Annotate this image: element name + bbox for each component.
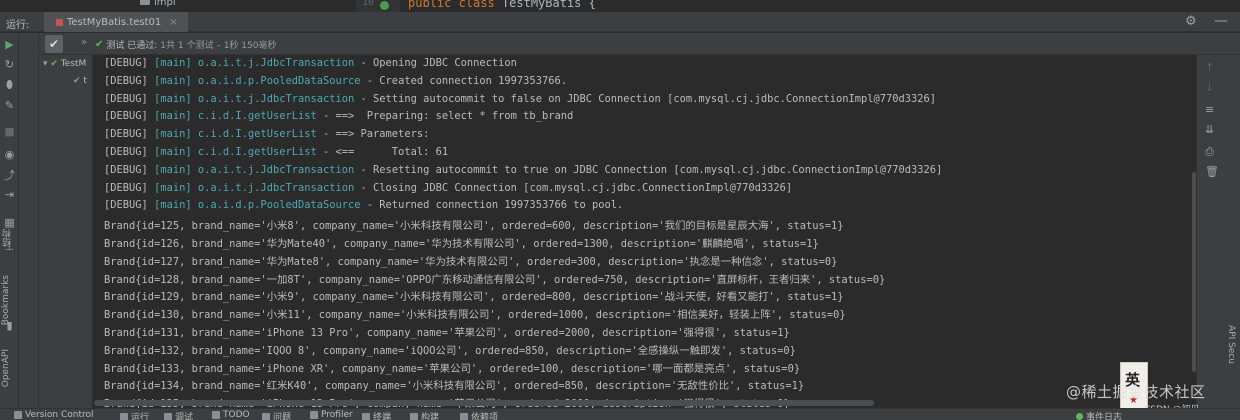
console-result-row: Brand{id=126, brand_name='华为Mate40', com… bbox=[104, 238, 819, 250]
console-result-row: Brand{id=131, brand_name='iPhone 13 Pro'… bbox=[104, 327, 790, 339]
todo-icon bbox=[212, 411, 220, 419]
openapi-tool-tab[interactable]: OpenAPI bbox=[1, 349, 11, 387]
profiler-icon bbox=[310, 411, 318, 419]
run-toolbar: ▶ ↻ ⬮ ✎ ■ ◉ ⤴ ⇥ ▦ 结构 ⊥ Bookmarks ▮ OpenA… bbox=[0, 33, 19, 408]
secondary-toolbar bbox=[19, 33, 39, 408]
run-label: 运行: bbox=[6, 20, 30, 31]
passed-icon: ✔ bbox=[95, 39, 104, 50]
bookmarks-tool-tab[interactable]: Bookmarks bbox=[1, 275, 11, 325]
tool-tab-run[interactable]: 运行 bbox=[120, 410, 149, 420]
console-output[interactable]: [DEBUG] [main] o.a.i.t.j.JdbcTransaction… bbox=[94, 55, 1196, 408]
tree-node-root[interactable]: ▾ ✔ TestM bbox=[43, 59, 86, 69]
event-log[interactable]: 事件日志 bbox=[1076, 410, 1122, 420]
console-line: [DEBUG] [main] c.i.d.I.getUserList - <==… bbox=[104, 146, 449, 158]
console-line: [DEBUG] [main] o.a.i.t.j.JdbcTransaction… bbox=[104, 181, 793, 194]
close-icon[interactable]: × bbox=[169, 17, 177, 28]
print-icon[interactable]: ⎙ bbox=[1205, 145, 1214, 159]
run-icon bbox=[120, 412, 128, 420]
bookmark-icon: ▮ bbox=[6, 319, 13, 332]
dependencies-icon bbox=[460, 412, 468, 420]
wrench-icon[interactable]: ✎ bbox=[3, 99, 16, 112]
console-result-row: Brand{id=129, brand_name='小米9', company_… bbox=[104, 291, 844, 304]
console-line: [DEBUG] [main] o.a.i.d.p.PooledDataSourc… bbox=[104, 74, 567, 87]
up-arrow-icon[interactable]: ↑ bbox=[1205, 61, 1214, 74]
run-gutter-icon[interactable] bbox=[380, 1, 389, 10]
test-results-toolbar: ✔ » ✔ 测试 已通过: 1共 1 个测试 – 1秒 150毫秒 bbox=[39, 33, 1240, 55]
console-line: [DEBUG] [main] c.i.d.I.getUserList - ==>… bbox=[104, 128, 436, 141]
folder-icon bbox=[140, 0, 150, 5]
tool-tab-build[interactable]: 构建 bbox=[410, 410, 439, 420]
console-result-row: Brand{id=134, brand_name='红米K40', compan… bbox=[104, 380, 805, 393]
console-line: [DEBUG] [main] o.a.i.t.j.JdbcTransaction… bbox=[104, 92, 937, 105]
console-line: [DEBUG] [main] o.a.i.t.j.JdbcTransaction… bbox=[104, 57, 517, 69]
console-result-row: Brand{id=132, brand_name='IQOO 8', compa… bbox=[104, 344, 796, 357]
console-result-row: Brand{id=125, brand_name='小米8', company_… bbox=[104, 220, 844, 233]
problems-icon bbox=[262, 412, 270, 420]
debug-icon bbox=[164, 412, 172, 420]
event-log-icon bbox=[1076, 413, 1083, 420]
rerun-icon[interactable]: ▶ bbox=[3, 38, 16, 51]
code-line: public class TestMyBatis { bbox=[408, 0, 596, 10]
export-icon[interactable]: ⤴ bbox=[3, 168, 16, 182]
debug-icon[interactable]: ⬮ bbox=[3, 78, 16, 91]
down-arrow-icon[interactable]: ↓ bbox=[1205, 81, 1214, 94]
api-tool-tab[interactable]: API Secu bbox=[1226, 325, 1236, 364]
editor-strip: impl 10 public class TestMyBatis { bbox=[0, 0, 1240, 12]
project-tree-item[interactable]: impl bbox=[140, 0, 176, 8]
tool-window-bar: Version Control 运行 调试 TODO 问题 Profiler 终端 构建 依赖项… bbox=[0, 408, 1240, 420]
soft-wrap-icon[interactable]: ≡ bbox=[1205, 103, 1214, 116]
console-line: [DEBUG] [main] o.a.i.d.p.PooledDataSourc… bbox=[104, 199, 624, 212]
rerun-failed-icon[interactable]: ↻ bbox=[3, 58, 16, 71]
console-line: [DEBUG] [main] o.a.i.t.j.JdbcTransaction… bbox=[104, 163, 943, 176]
test-config-icon bbox=[56, 18, 63, 26]
console-line: [DEBUG] [main] c.i.d.I.getUserList - ==>… bbox=[104, 110, 574, 123]
tool-tab-version-control[interactable]: Version Control bbox=[14, 410, 94, 420]
console-result-row: Brand{id=127, brand_name='华为Mate8', comp… bbox=[104, 255, 838, 268]
tool-tab-profiler[interactable]: Profiler bbox=[310, 410, 353, 420]
tool-tab-terminal[interactable]: 终端 bbox=[362, 410, 391, 420]
tool-tab-problems[interactable]: 问题 bbox=[262, 410, 291, 420]
camera-icon[interactable]: ◉ bbox=[3, 148, 16, 161]
minimize-icon[interactable]: — bbox=[1214, 13, 1228, 29]
show-passed-button[interactable]: ✔ bbox=[45, 35, 63, 53]
exit-icon[interactable]: ⇥ bbox=[3, 188, 16, 201]
expand-icon[interactable]: » bbox=[81, 37, 87, 48]
tool-tab-todo[interactable]: TODO bbox=[212, 410, 250, 420]
test-tree: ▾ ✔ TestM ✔ t bbox=[39, 55, 93, 408]
tree-node-test[interactable]: ✔ t bbox=[73, 76, 87, 86]
horizontal-scrollbar[interactable] bbox=[94, 400, 874, 406]
tool-tab-dependencies[interactable]: 依赖项 bbox=[460, 410, 498, 420]
line-number: 10 bbox=[362, 0, 375, 8]
pin-icon[interactable]: ⊥ bbox=[3, 240, 16, 253]
tab-run-config[interactable]: TestMyBatis.test01 × bbox=[44, 12, 188, 32]
scroll-to-end-icon[interactable]: ⇊ bbox=[1205, 123, 1214, 136]
settings-icon[interactable]: ⚙ bbox=[1185, 14, 1197, 29]
run-window-header: 运行: TestMyBatis.test01 × ⚙ — bbox=[0, 12, 1240, 32]
layout-icon[interactable]: ▦ bbox=[3, 216, 16, 229]
terminal-icon bbox=[362, 412, 370, 420]
stop-icon[interactable]: ■ bbox=[3, 125, 16, 138]
version-control-icon bbox=[14, 411, 22, 419]
trash-icon[interactable]: 🗑 bbox=[1205, 165, 1219, 178]
console-result-row: Brand{id=133, brand_name='iPhone XR', co… bbox=[104, 362, 801, 375]
build-icon bbox=[410, 412, 418, 420]
test-status: ✔ 测试 已通过: 1共 1 个测试 – 1秒 150毫秒 bbox=[95, 39, 277, 51]
console-result-row: Brand{id=128, brand_name='一加8T', company… bbox=[104, 273, 886, 286]
tool-tab-debug[interactable]: 调试 bbox=[164, 410, 193, 420]
console-result-row: Brand{id=130, brand_name='小米11', company… bbox=[104, 309, 846, 322]
watermark-text: @稀土掘金技术社区 bbox=[1066, 383, 1206, 401]
tab-label: TestMyBatis.test01 bbox=[67, 16, 162, 28]
